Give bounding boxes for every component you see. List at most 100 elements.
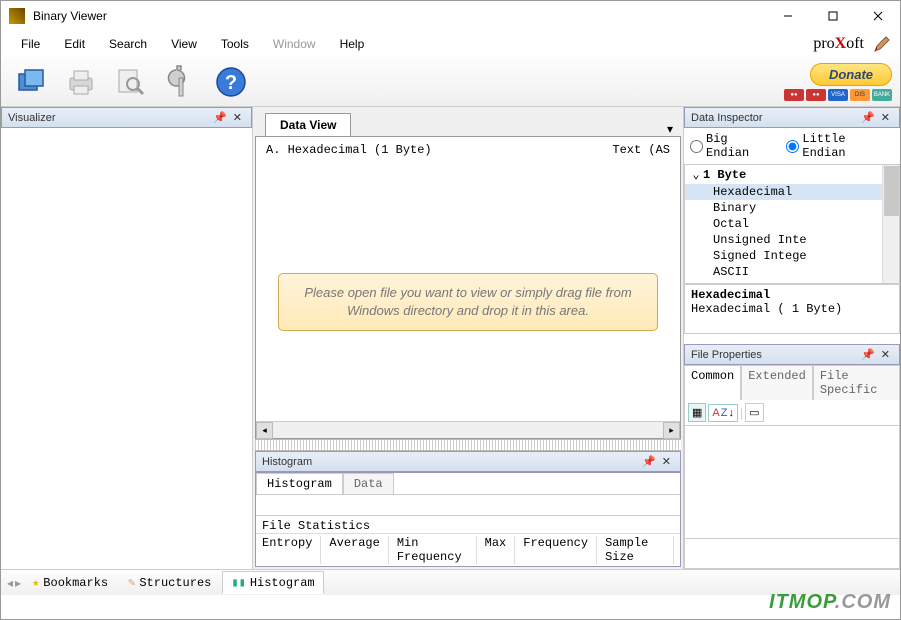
menu-bar: File Edit Search View Tools Window Help … — [1, 31, 900, 57]
dataview-hscrollbar[interactable]: ◂ ▸ — [256, 421, 680, 438]
watermark: ITMOP.COM — [769, 591, 891, 614]
center-pane: Data View ▾ A. Hexadecimal (1 Byte) Text… — [253, 107, 683, 569]
statusbar-scroll-left-icon[interactable]: ◂ — [7, 576, 13, 590]
menu-file[interactable]: File — [9, 33, 52, 55]
dataview-tab[interactable]: Data View — [265, 113, 351, 136]
col-frequency: Frequency — [523, 536, 597, 564]
inspector-header: Data Inspector 📌 ✕ — [684, 107, 900, 128]
inspector-item-hex[interactable]: Hexadecimal — [685, 184, 899, 200]
inspector-item-octal[interactable]: Octal — [685, 216, 899, 232]
histogram-close-icon[interactable]: ✕ — [659, 455, 674, 468]
statusbar-scroll-right-icon[interactable]: ▸ — [15, 576, 21, 590]
payment-cards: ●● ●● VISA DIS BANK — [784, 89, 892, 101]
print-button[interactable] — [59, 60, 103, 104]
main-area: Visualizer 📌 ✕ Data View ▾ A. Hexadecima… — [1, 107, 900, 569]
fileprops-header: File Properties 📌 ✕ — [684, 344, 900, 365]
dataview-col-hex: A. Hexadecimal (1 Byte) — [266, 143, 432, 157]
app-icon — [9, 8, 25, 24]
histogram-header: Histogram 📌 ✕ — [255, 451, 681, 472]
histogram-tab-histogram[interactable]: Histogram — [256, 473, 343, 494]
dataview-col-text: Text (AS — [612, 143, 670, 157]
close-button[interactable] — [855, 1, 900, 31]
visualizer-header: Visualizer 📌 ✕ — [1, 107, 252, 128]
fileprops-pin-icon[interactable]: 📌 — [858, 348, 878, 361]
pencil-small-icon: ✎ — [128, 575, 135, 590]
col-samplesize: Sample Size — [605, 536, 674, 564]
open-file-button[interactable] — [9, 60, 53, 104]
col-entropy: Entropy — [262, 536, 321, 564]
chart-icon: ▮▮ — [231, 575, 245, 590]
menu-search[interactable]: Search — [97, 33, 159, 55]
fileprops-title: File Properties — [691, 349, 762, 361]
inspector-item-ascii[interactable]: ASCII — [685, 264, 899, 280]
menu-window[interactable]: Window — [261, 33, 328, 55]
fileprops-tab-common[interactable]: Common — [684, 365, 741, 400]
help-button[interactable]: ? — [209, 60, 253, 104]
inspector-item-uint[interactable]: Unsigned Inte — [685, 232, 899, 248]
fileprops-tab-extended[interactable]: Extended — [741, 365, 813, 400]
dataview-tab-dropdown-icon[interactable]: ▾ — [659, 122, 681, 136]
svg-text:?: ? — [225, 72, 237, 94]
col-average: Average — [329, 536, 388, 564]
little-endian-radio[interactable]: Little Endian — [786, 132, 894, 160]
inspector-pin-icon[interactable]: 📌 — [858, 111, 878, 124]
histogram-title: Histogram — [262, 456, 312, 468]
star-icon: ★ — [32, 575, 39, 590]
fileprops-body — [684, 426, 900, 539]
menu-tools[interactable]: Tools — [209, 33, 261, 55]
col-max: Max — [485, 536, 516, 564]
visualizer-close-icon[interactable]: ✕ — [230, 111, 245, 124]
menu-edit[interactable]: Edit — [52, 33, 97, 55]
visualizer-pane: Visualizer 📌 ✕ — [1, 107, 253, 569]
menu-view[interactable]: View — [159, 33, 209, 55]
inspector-title: Data Inspector — [691, 112, 763, 124]
file-statistics-columns: Entropy Average Min Frequency Max Freque… — [256, 533, 680, 566]
endian-row: Big Endian Little Endian — [684, 128, 900, 164]
maximize-button[interactable] — [810, 1, 855, 31]
proxoft-logo: proXoft — [813, 35, 864, 53]
big-endian-radio[interactable]: Big Endian — [690, 132, 776, 160]
inspector-vscrollbar[interactable] — [882, 165, 899, 283]
status-tab-structures-label: Structures — [139, 576, 211, 590]
inspector-detail-title: Hexadecimal — [691, 288, 893, 302]
inspector-item-binary[interactable]: Binary — [685, 200, 899, 216]
status-tab-bookmarks-label: Bookmarks — [43, 576, 108, 590]
title-bar: Binary Viewer — [1, 1, 900, 31]
inspector-detail: Hexadecimal Hexadecimal ( 1 Byte) — [684, 284, 900, 334]
settings-button[interactable] — [159, 60, 203, 104]
fileprops-categorized-icon[interactable]: ▦ — [688, 403, 706, 422]
splitter-grip[interactable] — [255, 439, 681, 451]
dataview-tabstrip: Data View ▾ — [255, 109, 681, 136]
inspector-item-sint[interactable]: Signed Intege — [685, 248, 899, 264]
file-statistics-label: File Statistics — [256, 515, 680, 533]
visualizer-title: Visualizer — [8, 112, 56, 124]
status-tab-histogram[interactable]: ▮▮ Histogram — [222, 571, 323, 594]
scroll-left-icon[interactable]: ◂ — [256, 422, 273, 439]
inspector-close-icon[interactable]: ✕ — [878, 111, 893, 124]
inspector-list[interactable]: ⌄1 Byte Hexadecimal Binary Octal Unsigne… — [684, 164, 900, 284]
visualizer-pin-icon[interactable]: 📌 — [210, 111, 230, 124]
menu-help[interactable]: Help — [328, 33, 377, 55]
right-pane: Data Inspector 📌 ✕ Big Endian Little End… — [683, 107, 900, 569]
fileprops-tab-specific[interactable]: File Specific — [813, 365, 900, 400]
status-tab-structures[interactable]: ✎ Structures — [119, 571, 220, 594]
inspector-detail-sub: Hexadecimal ( 1 Byte) — [691, 302, 893, 316]
scroll-right-icon[interactable]: ▸ — [663, 422, 680, 439]
histogram-body — [256, 495, 680, 515]
donate-button[interactable]: Donate — [810, 63, 892, 86]
dataview-body[interactable]: A. Hexadecimal (1 Byte) Text (AS Please … — [255, 136, 681, 439]
status-tab-bookmarks[interactable]: ★ Bookmarks — [23, 571, 117, 594]
window-title: Binary Viewer — [33, 9, 765, 23]
dataview-placeholder: Please open file you want to view or sim… — [278, 273, 658, 331]
inspector-group-1byte[interactable]: 1 Byte — [703, 168, 746, 182]
find-button[interactable] — [109, 60, 153, 104]
fileprops-toolbar: ▦ AZ↓ | ▭ — [684, 400, 900, 426]
fileprops-sort-icon[interactable]: AZ↓ — [708, 404, 738, 422]
fileprops-close-icon[interactable]: ✕ — [878, 348, 893, 361]
fileprops-description — [684, 539, 900, 569]
histogram-pin-icon[interactable]: 📌 — [639, 455, 659, 468]
chevron-down-icon[interactable]: ⌄ — [689, 167, 703, 182]
fileprops-pages-icon[interactable]: ▭ — [745, 403, 763, 422]
histogram-tab-data[interactable]: Data — [343, 473, 394, 494]
minimize-button[interactable] — [765, 1, 810, 31]
